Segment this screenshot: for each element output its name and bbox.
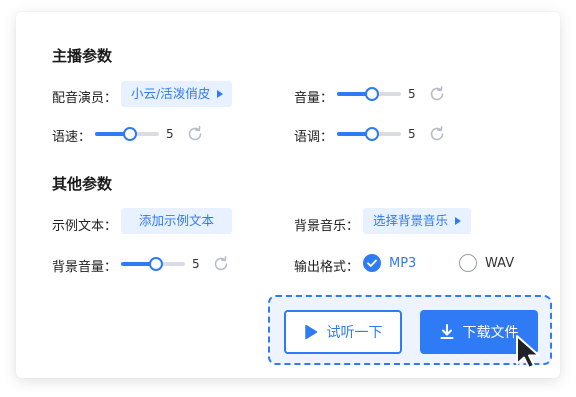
speed-label: 语速： bbox=[52, 130, 92, 145]
download-icon bbox=[440, 324, 453, 339]
sample-text-label: 示例文本： bbox=[52, 219, 118, 234]
speed-slider[interactable] bbox=[95, 127, 159, 141]
preview-button[interactable]: 试听一下 bbox=[284, 310, 402, 354]
volume-slider[interactable] bbox=[337, 87, 401, 101]
volume-label: 音量： bbox=[294, 91, 334, 106]
add-sample-text-button[interactable]: 添加示例文本 bbox=[121, 208, 232, 234]
mouse-pointer-icon bbox=[516, 335, 540, 369]
refresh-icon[interactable] bbox=[428, 85, 446, 103]
preview-button-label: 试听一下 bbox=[326, 325, 383, 341]
bgm-volume-value: 5 bbox=[192, 257, 200, 271]
section-title-other: 其他参数 bbox=[52, 175, 113, 193]
format-option-wav[interactable]: WAV bbox=[485, 256, 514, 271]
output-format-label: 输出格式： bbox=[294, 260, 360, 275]
bgm-volume-slider[interactable] bbox=[121, 257, 185, 271]
slider-handle[interactable] bbox=[149, 257, 164, 271]
format-radio-wav[interactable] bbox=[459, 254, 477, 272]
caret-right-icon bbox=[455, 217, 462, 225]
pitch-slider[interactable] bbox=[337, 127, 401, 141]
slider-handle[interactable] bbox=[365, 127, 380, 141]
refresh-icon[interactable] bbox=[186, 125, 204, 143]
volume-value: 5 bbox=[408, 87, 416, 101]
bgm-label: 背景音乐： bbox=[294, 219, 360, 234]
play-icon bbox=[304, 324, 317, 340]
check-icon bbox=[367, 259, 377, 267]
bgm-select-label: 选择背景音乐 bbox=[373, 213, 449, 228]
pitch-value: 5 bbox=[408, 127, 416, 141]
voice-select[interactable]: 小云/活泼俏皮 bbox=[121, 81, 232, 107]
section-title-broadcast: 主播参数 bbox=[52, 47, 113, 65]
pitch-label: 语调： bbox=[294, 130, 334, 145]
speed-value: 5 bbox=[166, 127, 174, 141]
voice-select-label: 小云/活泼俏皮 bbox=[131, 86, 211, 101]
tts-settings-card: 主播参数 配音演员： 小云/活泼俏皮 音量： 5 语速： 5 语调： 5 其他参… bbox=[16, 12, 560, 378]
format-option-mp3[interactable]: MP3 bbox=[389, 256, 416, 271]
slider-handle[interactable] bbox=[123, 127, 138, 141]
bgm-volume-label: 背景音量： bbox=[52, 260, 118, 275]
format-radio-mp3[interactable] bbox=[363, 254, 381, 272]
bgm-select[interactable]: 选择背景音乐 bbox=[363, 208, 471, 234]
refresh-icon[interactable] bbox=[428, 125, 446, 143]
caret-right-icon bbox=[217, 90, 224, 98]
voice-label: 配音演员： bbox=[52, 91, 118, 106]
refresh-icon[interactable] bbox=[212, 255, 230, 273]
slider-handle[interactable] bbox=[365, 87, 380, 101]
download-button-label: 下载文件 bbox=[462, 325, 519, 341]
